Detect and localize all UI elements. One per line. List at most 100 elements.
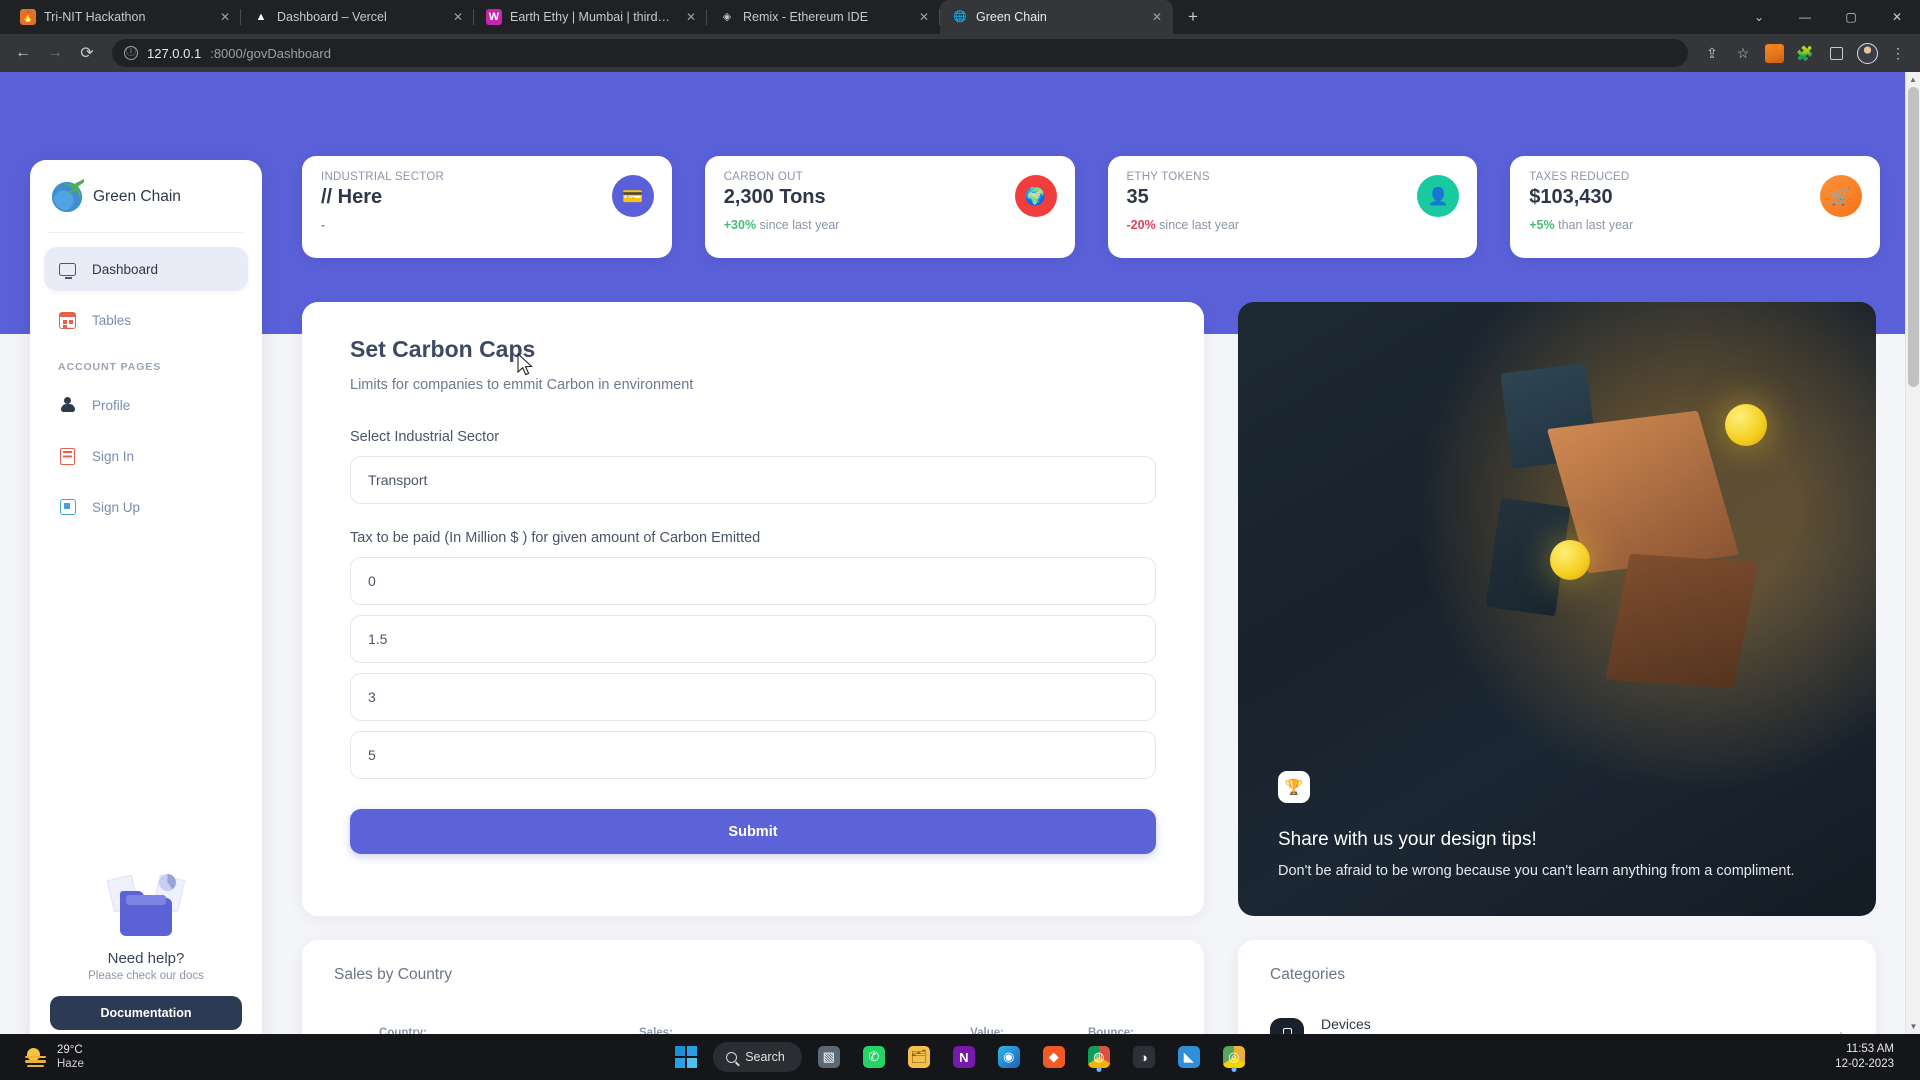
browser-tab-3[interactable]: ◈ Remix - Ethereum IDE ✕	[707, 0, 940, 34]
haze-weather-icon	[24, 1047, 48, 1068]
weather-condition: Haze	[57, 1058, 84, 1070]
page-subtitle: Limits for companies to emmit Carbon in …	[350, 377, 694, 393]
app-sidebar: Green Chain Dashboard Tables ACCOUNT PAG…	[30, 160, 262, 1034]
maximize-icon[interactable]: ▢	[1828, 0, 1874, 34]
taskbar-clock[interactable]: 11:53 AM 12-02-2023	[1835, 1042, 1894, 1072]
phone-icon	[1270, 1017, 1304, 1034]
tab-close-icon[interactable]: ✕	[450, 9, 466, 25]
page-viewport: Green Chain Dashboard Tables ACCOUNT PAG…	[0, 72, 1920, 1034]
taskbar-app-whatsapp[interactable]: ✆	[856, 1039, 892, 1075]
col-header-country: Country:	[379, 1026, 427, 1035]
sidebar-section-label: ACCOUNT PAGES	[58, 361, 162, 373]
forward-icon[interactable]: →	[40, 38, 70, 68]
promo-text: Don't be afraid to be wrong because you …	[1278, 862, 1795, 879]
bookmark-star-icon[interactable]: ☆	[1729, 39, 1757, 67]
scrollbar-thumb[interactable]	[1908, 87, 1919, 387]
stat-delta-value: +5%	[1529, 218, 1555, 232]
browser-tab-2[interactable]: W Earth Ethy | Mumbai | thirdweb ✕	[474, 0, 707, 34]
taskbar-app-file-explorer[interactable]: 🗂	[901, 1039, 937, 1075]
onenote-icon: N	[952, 1046, 975, 1068]
extensions-icon[interactable]: 🧩	[1791, 39, 1819, 67]
toolbar-actions: ⇪ ☆ 🧩 ⋮	[1698, 39, 1912, 67]
tab-search-chevron-icon[interactable]: ⌄	[1736, 0, 1782, 34]
brand[interactable]: Green Chain	[30, 160, 262, 232]
documentation-button[interactable]: Documentation	[50, 996, 242, 1030]
chrome-icon: ◍	[1087, 1046, 1110, 1068]
browser-toolbar: ← → ⟳ ⓘ 127.0.0.1:8000/govDashboard ⇪ ☆ …	[0, 34, 1920, 72]
tax-input-0[interactable]: 0	[350, 557, 1156, 605]
side-panel-icon[interactable]	[1822, 39, 1850, 67]
new-tab-button[interactable]: +	[1179, 3, 1207, 31]
list-item[interactable]: Devices 250 in stock, 346+ sold ›	[1270, 1016, 1844, 1034]
brave-icon: ◆	[1042, 1046, 1065, 1068]
sidebar-item-tables[interactable]: Tables	[44, 298, 248, 342]
tab-title: Dashboard – Vercel	[277, 10, 387, 24]
promo-body: 🏆 Share with us your design tips! Don't …	[1278, 770, 1836, 882]
window-controls: ⌄ — ▢ ✕	[1736, 0, 1920, 34]
tax-input-2[interactable]: 3	[350, 673, 1156, 721]
tax-input-1[interactable]: 1.5	[350, 615, 1156, 663]
trophy-icon: 🏆	[1278, 770, 1310, 803]
taskbar-app-vs-code[interactable]: ◣	[1171, 1039, 1207, 1075]
weather-temperature: 29°C	[57, 1043, 83, 1056]
taskbar-app-chrome[interactable]: ◍	[1081, 1039, 1117, 1075]
site-info-icon[interactable]: ⓘ	[124, 46, 138, 60]
page-title: Set Carbon Caps	[350, 336, 536, 362]
tax-input-3[interactable]: 5	[350, 731, 1156, 779]
close-window-icon[interactable]: ✕	[1874, 0, 1920, 34]
address-bar[interactable]: ⓘ 127.0.0.1:8000/govDashboard	[112, 39, 1688, 67]
metamask-icon[interactable]	[1760, 39, 1788, 67]
clock-date: 12-02-2023	[1835, 1058, 1894, 1070]
stat-value: 35	[1126, 186, 1149, 208]
start-button[interactable]	[668, 1039, 704, 1075]
col-header-sales: Sales:	[639, 1026, 673, 1035]
windows-taskbar: 29°C Haze Search ▧ ✆ 🗂 N ◉ ◆ ◍ ◑ ◣ ◎ 11:…	[0, 1034, 1920, 1080]
stat-delta-text: since last year	[1155, 218, 1240, 232]
scroll-down-arrow-icon[interactable]: ▼	[1906, 1019, 1920, 1034]
sector-input[interactable]: Transport	[350, 456, 1156, 504]
tab-favicon: ▲	[255, 10, 267, 23]
tab-close-icon[interactable]: ✕	[683, 9, 699, 25]
sidebar-item-sign-up[interactable]: Sign Up	[44, 485, 248, 529]
vs-code-icon: ◣	[1177, 1046, 1200, 1068]
taskbar-app-brave[interactable]: ◆	[1036, 1039, 1072, 1075]
page-scrollbar[interactable]: ▲ ▼	[1905, 72, 1920, 1034]
chevron-right-icon[interactable]: ›	[1839, 1026, 1844, 1034]
table-row[interactable]: Country: United States Sales: 2500 Value…	[334, 1016, 1172, 1035]
stat-label: INDUSTRIAL SECTOR	[321, 171, 445, 183]
profile-avatar[interactable]	[1853, 39, 1881, 67]
scroll-up-arrow-icon[interactable]: ▲	[1906, 72, 1920, 87]
taskbar-app-github-desktop[interactable]: ◑	[1126, 1039, 1162, 1075]
sidebar-item-label: Sign In	[92, 448, 135, 464]
help-title: Need help?	[107, 950, 185, 967]
taskbar-right: 11:53 AM 12-02-2023	[1610, 1042, 1910, 1072]
share-icon[interactable]: ⇪	[1698, 39, 1726, 67]
sidebar-item-dashboard[interactable]: Dashboard	[44, 247, 248, 291]
weather-widget[interactable]: 29°C Haze	[10, 1043, 310, 1072]
help-card: Need help? Please check our docs Documen…	[30, 874, 262, 1034]
category-name: Devices	[1321, 1016, 1371, 1032]
taskbar-app-chrome-canary[interactable]: ◎	[1216, 1039, 1252, 1075]
sidebar-item-sign-in[interactable]: Sign In	[44, 434, 248, 478]
reload-icon[interactable]: ⟳	[72, 38, 102, 68]
browser-tab-4-active[interactable]: 🌐 Green Chain ✕	[940, 0, 1173, 34]
stat-delta: +30% since last year	[724, 218, 1056, 232]
taskbar-app-onenote[interactable]: N	[946, 1039, 982, 1075]
sidebar-item-profile[interactable]: Profile	[44, 383, 248, 427]
stat-value: 2,300 Tons	[723, 186, 826, 208]
back-icon[interactable]: ←	[8, 38, 38, 68]
tab-close-icon[interactable]: ✕	[217, 9, 233, 25]
taskbar-search[interactable]: Search	[713, 1042, 802, 1072]
taskbar-app-task-view[interactable]: ▧	[811, 1039, 847, 1075]
stat-cards: INDUSTRIAL SECTOR // Here - 💳 CARBON OUT…	[302, 156, 1880, 258]
taskbar-app-edge[interactable]: ◉	[991, 1039, 1027, 1075]
tab-close-icon[interactable]: ✕	[1149, 9, 1165, 25]
chrome-menu-icon[interactable]: ⋮	[1884, 39, 1912, 67]
submit-button[interactable]: Submit	[350, 809, 1156, 854]
browser-tab-1[interactable]: ▲ Dashboard – Vercel ✕	[241, 0, 474, 34]
browser-tab-0[interactable]: 🔥 Tri-NIT Hackathon ✕	[8, 0, 241, 34]
stat-card-carbon-out: CARBON OUT 2,300 Tons +30% since last ye…	[704, 156, 1075, 258]
tab-close-icon[interactable]: ✕	[916, 9, 932, 25]
minimize-icon[interactable]: —	[1782, 0, 1828, 34]
taskbar-apps: Search ▧ ✆ 🗂 N ◉ ◆ ◍ ◑ ◣ ◎	[310, 1039, 1610, 1075]
